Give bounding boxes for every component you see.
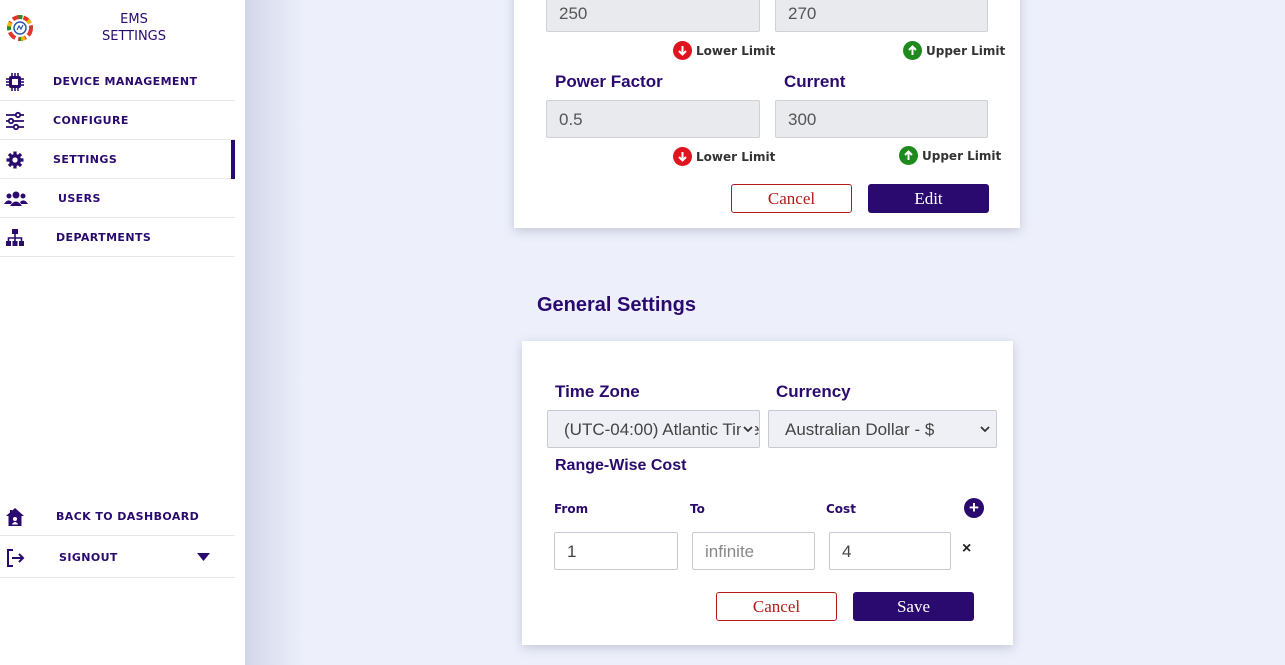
voltage-upper-limit-indicator: Upper Limit [903, 41, 1005, 60]
sidebar-item-device-management[interactable]: DEVICE MANAGEMENT [0, 62, 235, 101]
arrow-up-icon [903, 41, 922, 60]
sidebar-item-configure[interactable]: CONFIGURE [0, 101, 235, 140]
remove-range-button[interactable]: × [962, 540, 971, 558]
gear-icon [6, 151, 24, 169]
arrow-down-icon [673, 41, 692, 60]
sidebar-item-label: SETTINGS [53, 153, 118, 166]
sidebar-item-departments[interactable]: DEPARTMENTS [0, 218, 235, 257]
currency-label: Currency [776, 382, 851, 401]
sidebar-item-users[interactable]: USERS [0, 179, 235, 218]
to-column-label: To [690, 502, 705, 516]
limits-cancel-button[interactable]: Cancel [731, 184, 852, 213]
sidebar-item-label: DEVICE MANAGEMENT [53, 75, 198, 88]
limits-edit-button[interactable]: Edit [868, 184, 989, 213]
home-icon [6, 508, 24, 526]
time-zone-select[interactable]: (UTC-04:00) Atlantic Time (Canada) [547, 410, 760, 448]
time-zone-label: Time Zone [555, 382, 640, 401]
signout-icon [7, 549, 25, 567]
sidebar-shadow [245, 0, 305, 665]
signout-item[interactable]: SIGNOUT [0, 537, 235, 578]
general-settings-title: General Settings [537, 294, 696, 316]
signout-label: SIGNOUT [59, 551, 118, 564]
add-range-button[interactable]: + [964, 498, 984, 518]
sidebar-item-label: USERS [58, 192, 101, 205]
range-cost-input[interactable]: 4 [829, 532, 951, 570]
caret-down-icon[interactable] [197, 553, 210, 561]
arrow-up-icon [899, 146, 918, 165]
from-column-label: From [554, 502, 589, 516]
sidebar: EMS SETTINGS DEVICE MANAGEMENT CONFIGURE [0, 0, 245, 665]
chevron-down-icon [741, 421, 755, 437]
app-title: EMS SETTINGS [101, 12, 166, 44]
sidebar-item-settings[interactable]: SETTINGS [0, 140, 235, 179]
current-upper-limit-indicator: Upper Limit [899, 146, 1001, 165]
range-to-input[interactable]: infinite [692, 532, 815, 570]
general-cancel-button[interactable]: Cancel [716, 592, 837, 621]
arrow-down-icon [673, 147, 692, 166]
org-chart-icon [6, 229, 24, 246]
cost-column-label: Cost [826, 502, 856, 516]
current-label: Current [784, 72, 846, 91]
general-save-button[interactable]: Save [853, 592, 974, 621]
back-to-dashboard-link[interactable]: BACK TO DASHBOARD [0, 497, 235, 536]
back-to-dashboard-label: BACK TO DASHBOARD [56, 510, 200, 523]
chevron-down-icon [978, 421, 992, 437]
chip-icon [6, 73, 24, 91]
limits-card: 250 270 Lower Limit Upper Limit Power Fa… [514, 0, 1020, 228]
voltage-lower-limit-indicator: Lower Limit [673, 41, 775, 60]
users-icon [4, 191, 28, 206]
range-wise-cost-label: Range-Wise Cost [555, 457, 687, 474]
general-settings-card: Time Zone Currency (UTC-04:00) Atlantic … [522, 341, 1013, 645]
power-factor-lower-limit-indicator: Lower Limit [673, 147, 775, 166]
power-factor-input[interactable]: 0.5 [546, 100, 760, 138]
sidebar-item-label: DEPARTMENTS [56, 231, 152, 244]
ems-logo-icon [7, 15, 33, 41]
sidebar-item-label: CONFIGURE [53, 114, 129, 127]
sliders-icon [6, 111, 24, 131]
voltage-upper-input[interactable]: 270 [775, 0, 988, 32]
range-from-input[interactable]: 1 [554, 532, 678, 570]
currency-select[interactable]: Australian Dollar - $ [768, 410, 997, 448]
power-factor-label: Power Factor [555, 72, 663, 91]
current-input[interactable]: 300 [775, 100, 988, 138]
voltage-lower-input[interactable]: 250 [546, 0, 760, 32]
